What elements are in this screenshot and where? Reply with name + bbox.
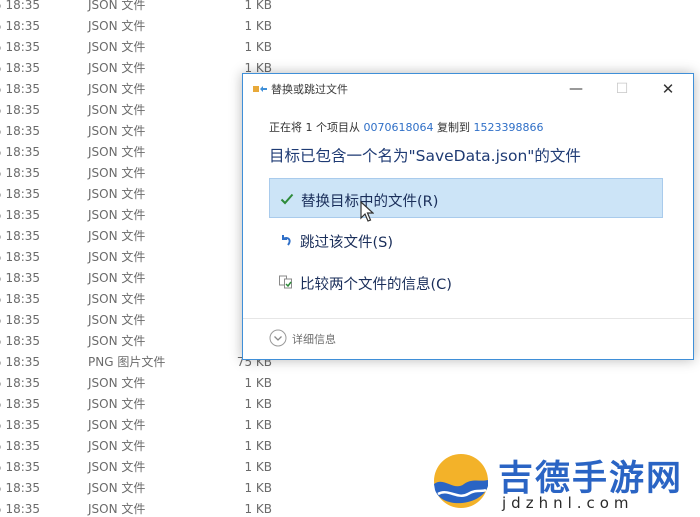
file-size: 1 KB [244, 502, 272, 516]
skip-option[interactable]: 跳过该文件(S) [269, 220, 663, 260]
details-label: 详细信息 [292, 333, 336, 346]
file-type: JSON 文件 [88, 103, 146, 117]
replace-option[interactable]: 替换目标中的文件(R) [269, 178, 663, 218]
file-date: 5 18:35 [0, 82, 41, 96]
file-size: 1 KB [244, 481, 272, 495]
file-row[interactable]: 5 18:35 JSON 文件 1 KB [0, 415, 300, 436]
file-row[interactable]: 5 18:35 JSON 文件 1 KB [0, 0, 300, 16]
file-date: 5 18:35 [0, 418, 41, 432]
file-date: 5 18:35 [0, 61, 41, 75]
file-type: PNG 图片文件 [88, 355, 166, 369]
file-type: JSON 文件 [88, 124, 146, 138]
compare-files-icon [279, 275, 292, 289]
progress-prefix: 正在将 1 个项目从 [269, 121, 364, 134]
file-date: 5 18:35 [0, 250, 41, 264]
file-size: 1 KB [244, 418, 272, 432]
file-row[interactable]: 5 18:35 JSON 文件 1 KB [0, 16, 300, 37]
file-row[interactable]: 5 18:35 JSON 文件 1 KB [0, 499, 300, 517]
file-type: JSON 文件 [88, 313, 146, 327]
dialog-title: 替换或跳过文件 [271, 83, 348, 96]
file-size: 1 KB [244, 376, 272, 390]
chevron-down-icon [269, 329, 287, 347]
file-date: 5 18:35 [0, 271, 41, 285]
file-type: JSON 文件 [88, 439, 146, 453]
file-size: 1 KB [244, 439, 272, 453]
checkmark-icon [280, 193, 294, 205]
file-row[interactable]: 5 18:35 JSON 文件 1 KB [0, 478, 300, 499]
file-type: JSON 文件 [88, 166, 146, 180]
replace-or-skip-dialog: 替换或跳过文件 — ☐ ✕ 正在将 1 个项目从 0070618064 复制到 … [242, 73, 694, 360]
file-date: 5 18:35 [0, 376, 41, 390]
file-type: JSON 文件 [88, 250, 146, 264]
file-date: 5 18:35 [0, 208, 41, 222]
close-button[interactable]: ✕ [645, 74, 691, 104]
file-date: 5 18:35 [0, 397, 41, 411]
file-type: JSON 文件 [88, 292, 146, 306]
file-type: JSON 文件 [88, 502, 146, 516]
file-row[interactable]: 5 18:35 JSON 文件 1 KB [0, 436, 300, 457]
file-date: 5 18:35 [0, 187, 41, 201]
file-type: JSON 文件 [88, 82, 146, 96]
file-date: 5 18:35 [0, 0, 41, 12]
skip-option-label: 跳过该文件(S) [300, 235, 394, 251]
file-size: 1 KB [244, 460, 272, 474]
file-type: JSON 文件 [88, 40, 146, 54]
copy-files-icon [253, 86, 267, 92]
source-folder-link[interactable]: 0070618064 [364, 121, 434, 134]
file-type: JSON 文件 [88, 145, 146, 159]
file-date: 5 18:35 [0, 124, 41, 138]
file-type: JSON 文件 [88, 61, 146, 75]
compare-option[interactable]: 比较两个文件的信息(C) [269, 262, 663, 302]
dialog-titlebar[interactable]: 替换或跳过文件 — ☐ ✕ [243, 74, 693, 104]
file-row[interactable]: 5 18:35 JSON 文件 1 KB [0, 373, 300, 394]
file-date: 5 18:35 [0, 355, 41, 369]
file-type: JSON 文件 [88, 376, 146, 390]
file-type: JSON 文件 [88, 0, 146, 12]
file-date: 5 18:35 [0, 166, 41, 180]
file-type: JSON 文件 [88, 460, 146, 474]
progress-middle: 复制到 [433, 121, 474, 134]
mouse-cursor-icon [360, 201, 374, 222]
dialog-headline: 目标已包含一个名为"SaveData.json"的文件 [269, 147, 581, 165]
file-type: JSON 文件 [88, 397, 146, 411]
file-date: 5 18:35 [0, 19, 41, 33]
watermark-domain: jdzhnl.com [502, 494, 634, 512]
file-type: JSON 文件 [88, 229, 146, 243]
file-type: JSON 文件 [88, 481, 146, 495]
file-date: 5 18:35 [0, 40, 41, 54]
file-date: 5 18:35 [0, 145, 41, 159]
compare-option-label: 比较两个文件的信息(C) [300, 277, 452, 293]
progress-text: 正在将 1 个项目从 0070618064 复制到 1523398866 [269, 119, 544, 135]
file-date: 5 18:35 [0, 229, 41, 243]
dialog-divider [243, 318, 693, 319]
file-type: JSON 文件 [88, 208, 146, 222]
file-type: JSON 文件 [88, 418, 146, 432]
file-type: JSON 文件 [88, 334, 146, 348]
file-date: 5 18:35 [0, 313, 41, 327]
file-date: 5 18:35 [0, 439, 41, 453]
file-date: 5 18:35 [0, 103, 41, 117]
minimize-button[interactable]: — [553, 74, 599, 104]
file-size: 1 KB [244, 0, 272, 12]
site-watermark: 吉德手游网 jdzhnl.com [432, 448, 694, 514]
skip-arrow-icon [282, 235, 291, 246]
destination-folder-link[interactable]: 1523398866 [474, 121, 544, 134]
file-size: 1 KB [244, 40, 272, 54]
file-type: JSON 文件 [88, 187, 146, 201]
maximize-button[interactable]: ☐ [599, 74, 645, 104]
file-row[interactable]: 5 18:35 JSON 文件 1 KB [0, 394, 300, 415]
file-row[interactable]: 5 18:35 JSON 文件 1 KB [0, 457, 300, 478]
file-date: 5 18:35 [0, 292, 41, 306]
file-date: 5 18:35 [0, 502, 41, 516]
file-date: 5 18:35 [0, 334, 41, 348]
file-date: 5 18:35 [0, 460, 41, 474]
file-date: 5 18:35 [0, 481, 41, 495]
file-size: 1 KB [244, 397, 272, 411]
watermark-logo-icon [434, 454, 488, 508]
file-type: JSON 文件 [88, 19, 146, 33]
file-type: JSON 文件 [88, 271, 146, 285]
file-row[interactable]: 5 18:35 JSON 文件 1 KB [0, 37, 300, 58]
file-size: 1 KB [244, 19, 272, 33]
